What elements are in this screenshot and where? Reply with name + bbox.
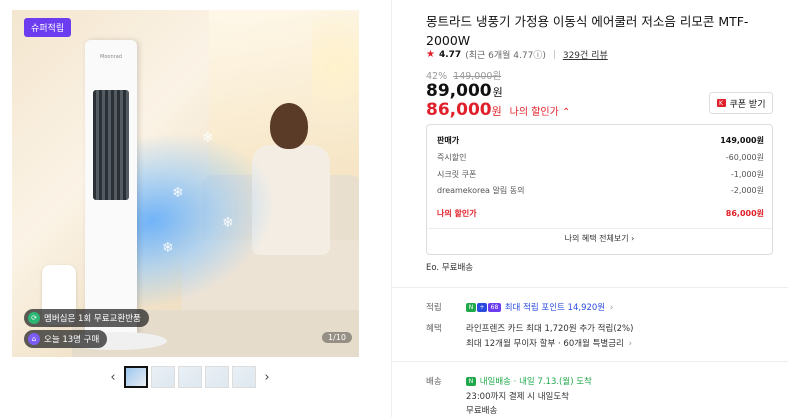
scene-lamp: [312, 10, 359, 150]
device-grill: [93, 90, 129, 200]
breakdown-value: -2,000원: [730, 186, 764, 195]
delivery-line: N 내일배송 · 내일 7.13.(월) 도착: [466, 375, 592, 387]
next-day-delivery-text: 내일배송 · 내일 7.13.(월) 도착: [479, 377, 592, 387]
breakdown-value: 149,000원: [720, 136, 764, 145]
points-label: 적립: [426, 303, 442, 313]
chevron-up-icon: ⌃: [562, 107, 571, 118]
breakdown-row: 즉시할인 -60,000원: [437, 152, 764, 163]
chevron-right-icon: ›: [628, 339, 632, 349]
plus-icon: +: [477, 303, 487, 312]
divider: [553, 50, 555, 59]
chevron-right-icon: ›: [631, 234, 635, 243]
cool-air-effect: [122, 119, 272, 311]
breakdown-row: dreamekorea 알림 동의 -2,000원: [437, 185, 764, 196]
product-title: 몽트라드 냉풍기 가정용 이동식 에어쿨러 저소음 리모콘 MTF-2000W: [426, 14, 749, 48]
free-shipping-text: 무료배송: [441, 263, 474, 273]
product-gallery: ❄ ❄ ❄ ❄ Moonrad 슈퍼적립 ⟳ 멤버십은 1회 무료교환반품 ⌂ …: [0, 0, 392, 417]
get-coupon-label: 쿠폰 받기: [729, 99, 766, 110]
max-points-text: 최대 적립 포인트 14,920원: [504, 303, 606, 313]
free-shipping-note: Eo. 무료배송: [426, 261, 473, 273]
breakdown-value: -60,000원: [725, 153, 764, 162]
delivery-label: 배송: [426, 377, 442, 387]
rating-score: 4.77: [438, 49, 462, 60]
breakdown-value: -1,000원: [730, 170, 764, 179]
prev-thumb-arrow-icon[interactable]: ‹: [105, 370, 121, 385]
my-price-value: 86,000: [426, 100, 492, 120]
benefit-installment-text: 최대 12개월 무이자 할부 · 60개월 특별금리: [466, 339, 624, 349]
super-points-badge: 슈퍼적립: [24, 18, 72, 37]
sale-price-value: 89,000: [426, 81, 492, 101]
breakdown-label: 판매가: [437, 136, 460, 145]
thumbnail[interactable]: [151, 366, 175, 388]
points-extra-badge: 68: [488, 303, 501, 312]
divider: [392, 361, 788, 362]
thumbnail[interactable]: [205, 366, 229, 388]
thumbnail[interactable]: [178, 366, 202, 388]
naver-n-icon: N: [466, 377, 476, 386]
info-icon[interactable]: ⓘ: [533, 51, 542, 61]
benefit-installment[interactable]: 최대 12개월 무이자 할부 · 60개월 특별금리 ›: [466, 337, 632, 349]
membership-pill-text: 멤버십은 1회 무료교환반품: [44, 314, 141, 324]
breakdown-my-label: 나의 할인가: [437, 209, 477, 218]
review-link[interactable]: 329건 리뷰: [563, 48, 608, 61]
breakdown-row: 시크릿 쿠폰 -1,000원: [437, 169, 764, 180]
scene-person-head: [270, 103, 308, 149]
coupon-icon: K: [716, 99, 726, 107]
thumbnail[interactable]: [124, 366, 148, 388]
discount-line: 42% 149,000원: [426, 68, 501, 82]
my-price-unit: 원: [491, 105, 502, 118]
membership-pill: ⟳ 멤버십은 1회 무료교환반품: [24, 309, 149, 327]
star-icon: ★: [426, 49, 435, 60]
breakdown-label: 시크릿 쿠폰: [437, 170, 477, 179]
snowflake-icon: ❄: [202, 130, 214, 146]
breakdown-label: 즉시할인: [437, 153, 467, 162]
delivery-free: 무료배송: [466, 406, 498, 416]
sale-price-unit: 원: [492, 86, 503, 99]
thumbnail-strip: ‹ ›: [105, 366, 275, 388]
today-buyers-text: 오늘 13명 구매: [44, 335, 100, 345]
exchange-icon: ⟳: [28, 312, 40, 324]
breakdown-my-price-row: 나의 할인가 86,000원: [437, 208, 764, 219]
delivery-cutoff: 23:00까지 결제 시 내일도착: [466, 392, 569, 402]
divider: [427, 228, 772, 229]
rating-recent: (최근 6개월 4.77ⓘ): [465, 51, 546, 61]
today-buyers-pill: ⌂ 오늘 13명 구매: [24, 330, 108, 348]
chevron-right-icon: ›: [609, 303, 614, 313]
rating-row: ★ 4.77 (최근 6개월 4.77ⓘ) 329건 리뷰: [426, 48, 608, 61]
shipping-prefix: Eo.: [426, 263, 440, 273]
air-cooler-device: Moonrad: [85, 40, 137, 340]
product-main-image[interactable]: ❄ ❄ ❄ ❄ Moonrad: [12, 10, 359, 357]
divider: [392, 287, 788, 288]
image-counter: 1/10: [322, 332, 352, 343]
cart-icon: ⌂: [28, 333, 40, 345]
device-brand: Moonrad: [100, 54, 122, 60]
benefits-label: 혜택: [426, 324, 442, 334]
breakdown-my-value: 86,000원: [725, 209, 764, 218]
snowflake-icon: ❄: [222, 215, 234, 231]
benefit-card-points: 라인프렌즈 카드 최대 1,720원 추가 적립(2%): [466, 324, 634, 334]
sale-price: 89,000원: [426, 81, 503, 101]
snowflake-icon: ❄: [172, 185, 184, 201]
get-coupon-button[interactable]: K 쿠폰 받기: [709, 92, 773, 114]
my-price-label: 나의 할인가 ⌃: [509, 107, 571, 118]
snowflake-icon: ❄: [162, 240, 174, 256]
breakdown-row: 판매가 149,000원: [437, 135, 764, 146]
thumbnail[interactable]: [232, 366, 256, 388]
my-discount-price[interactable]: 86,000원 나의 할인가 ⌃: [426, 100, 570, 120]
points-row[interactable]: N +68 최대 적립 포인트 14,920원 ›: [466, 301, 613, 313]
view-all-benefits-link[interactable]: 나의 혜택 전체보기 ›: [427, 233, 772, 244]
next-thumb-arrow-icon[interactable]: ›: [259, 370, 275, 385]
breakdown-label: dreamekorea 알림 동의: [437, 186, 525, 195]
price-breakdown: 판매가 149,000원 즉시할인 -60,000원 시크릿 쿠폰 -1,000…: [426, 124, 773, 255]
view-all-benefits-label: 나의 혜택 전체보기: [564, 234, 629, 243]
naver-n-icon: N: [466, 303, 476, 312]
